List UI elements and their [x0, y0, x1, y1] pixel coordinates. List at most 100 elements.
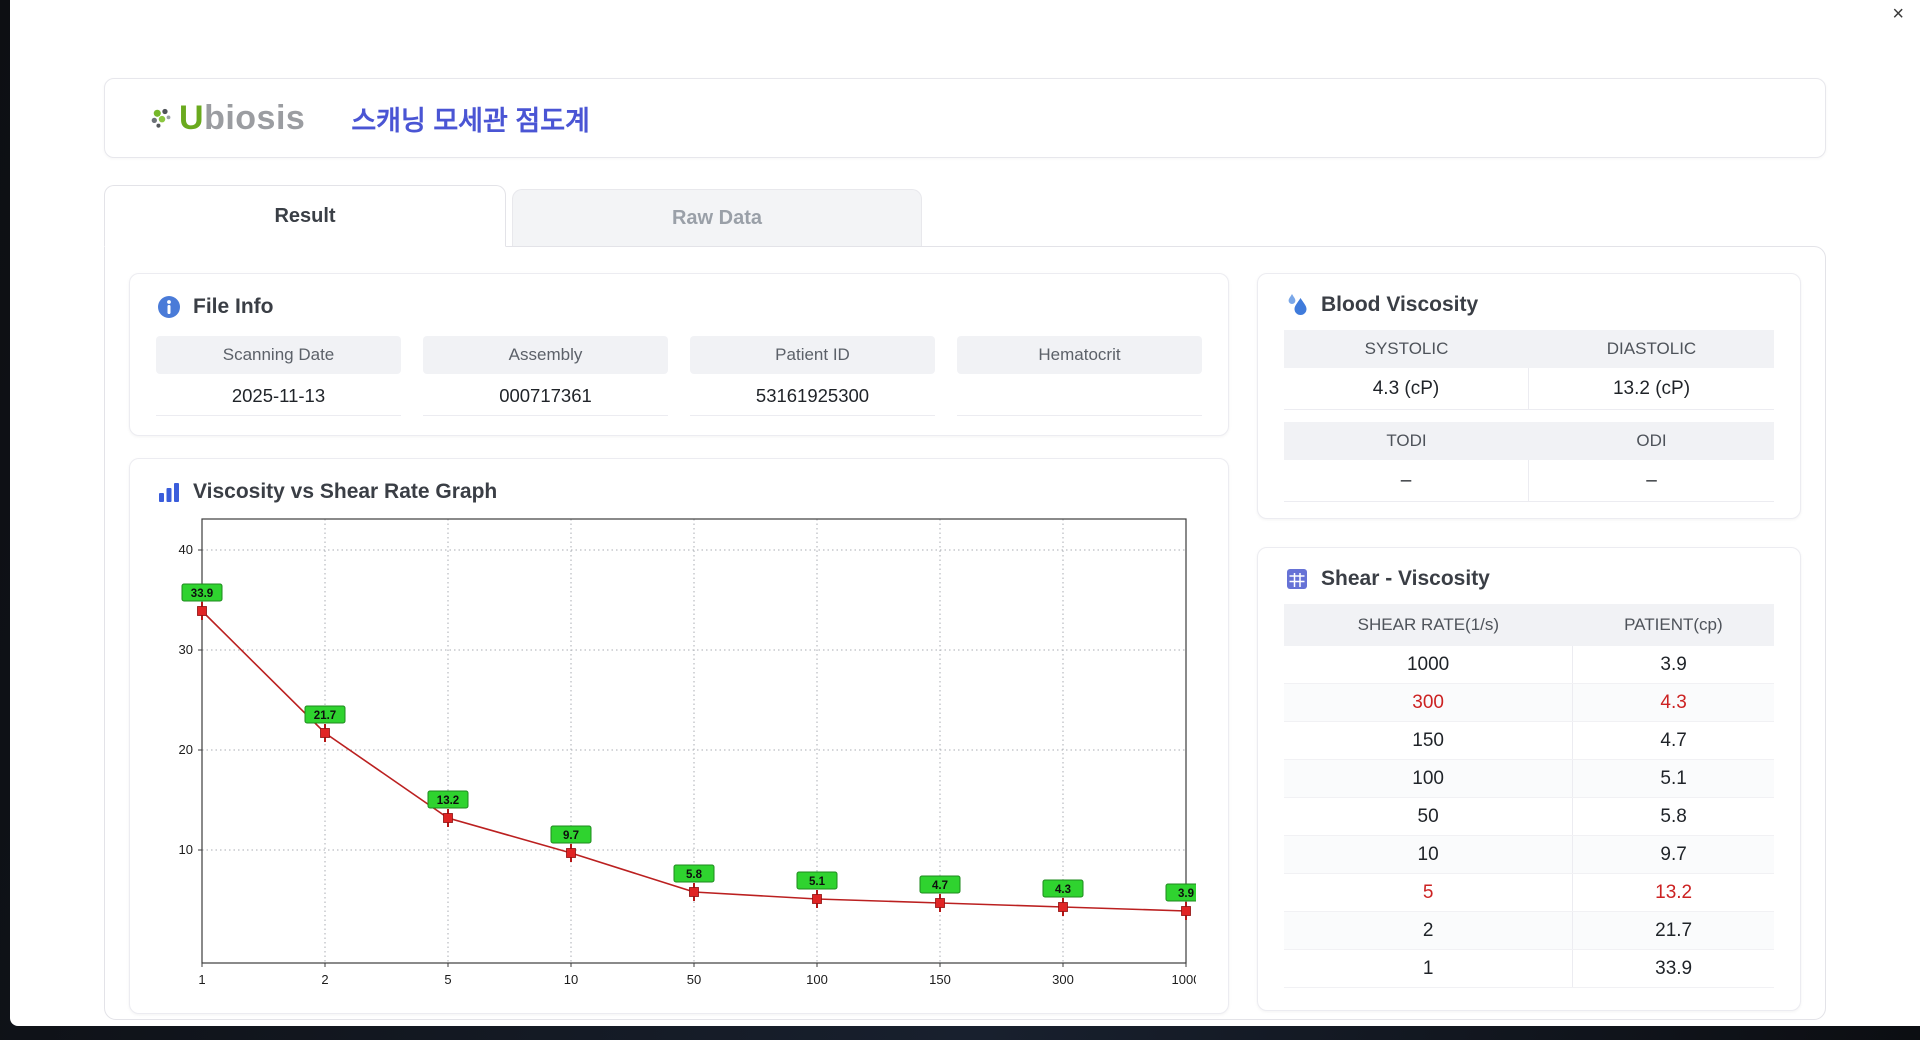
header-card: Ubiosis 스캐닝 모세관 점도계	[104, 78, 1826, 158]
tab-bar: Result Raw Data	[104, 184, 1826, 247]
logo-letter-u: U	[179, 98, 205, 137]
blood-viscosity-title: Blood Viscosity	[1321, 293, 1479, 316]
svg-text:30: 30	[179, 642, 193, 657]
field-assembly: Assembly 000717361	[423, 336, 668, 416]
systolic-value: 4.3 (cP)	[1284, 368, 1529, 410]
svg-text:9.7: 9.7	[563, 830, 579, 842]
close-icon[interactable]: ×	[1892, 2, 1904, 26]
field-hematocrit: Hematocrit	[957, 336, 1202, 416]
patient-value-cell: 5.1	[1572, 759, 1774, 798]
patient-value-cell: 9.7	[1572, 835, 1774, 874]
shear-rate-cell: 150	[1284, 721, 1574, 760]
shear-rate-column-header: SHEAR RATE(1/s)	[1284, 604, 1573, 646]
viscosity-graph-card: Viscosity vs Shear Rate Graph 10 20 30 40 1 2…	[129, 458, 1229, 1014]
shear-rate-cell: 2	[1284, 911, 1574, 950]
shear-viscosity-title: Shear - Viscosity	[1321, 567, 1490, 590]
field-label: Assembly	[423, 336, 668, 374]
field-value: 000717361	[423, 374, 668, 416]
chart-area: 10 20 30 40 1 2 5 10 50 100 150 300 1000 33.9 21.7 13.2…	[156, 511, 1207, 1014]
svg-text:40: 40	[179, 542, 193, 557]
shear-rate-cell: 1	[1284, 949, 1574, 988]
graph-title: Viscosity vs Shear Rate Graph	[193, 480, 498, 503]
svg-text:21.7: 21.7	[314, 710, 336, 722]
svg-text:3.9: 3.9	[1178, 888, 1194, 900]
left-column: File Info Scanning Date 2025-11-13 Assem…	[129, 273, 1229, 1014]
todi-value: –	[1284, 460, 1529, 502]
right-column: Blood Viscosity SYSTOLIC DIASTOLIC 4.3 (…	[1257, 273, 1801, 1011]
table-row: 10 9.7	[1284, 835, 1774, 874]
svg-text:10: 10	[179, 842, 193, 857]
shear-rate-cell: 300	[1284, 683, 1574, 722]
droplet-icon	[1288, 294, 1307, 315]
field-patient-id: Patient ID 53161925300	[690, 336, 935, 416]
field-value: 53161925300	[690, 374, 935, 416]
table-row: 1000 3.9	[1284, 646, 1774, 684]
logo-text: Ubiosis	[179, 99, 305, 138]
field-value: 2025-11-13	[156, 374, 401, 416]
info-icon	[158, 296, 180, 318]
tab-raw-data[interactable]: Raw Data	[512, 189, 922, 246]
logo-letters-rest: biosis	[204, 98, 306, 137]
svg-text:100: 100	[806, 972, 828, 987]
diastolic-value: 13.2 (cP)	[1529, 368, 1774, 410]
shear-rate-cell: 50	[1284, 797, 1574, 836]
page-title: 스캐닝 모세관 점도계	[351, 105, 590, 136]
svg-text:4.3: 4.3	[1055, 884, 1071, 896]
patient-value-cell: 3.9	[1572, 646, 1774, 684]
table-row: 300 4.3	[1284, 683, 1774, 722]
field-label: Scanning Date	[156, 336, 401, 374]
shear-rate-cell: 100	[1284, 759, 1574, 798]
table-row: 5 13.2	[1284, 873, 1774, 912]
table-row: 100 5.1	[1284, 759, 1774, 798]
svg-text:2: 2	[321, 972, 328, 987]
shear-table-header: SHEAR RATE(1/s) PATIENT(cp)	[1284, 604, 1774, 646]
diastolic-label: DIASTOLIC	[1529, 330, 1774, 368]
systolic-label: SYSTOLIC	[1284, 330, 1529, 368]
shear-table: SHEAR RATE(1/s) PATIENT(cp) 1000 3.9 300 4.…	[1284, 604, 1774, 988]
patient-value-cell: 4.7	[1572, 721, 1774, 760]
result-panel: File Info Scanning Date 2025-11-13 Assem…	[104, 246, 1826, 1020]
field-label: Patient ID	[690, 336, 935, 374]
blood-viscosity-grid: SYSTOLIC DIASTOLIC 4.3 (cP) 13.2 (cP) TO…	[1284, 330, 1774, 502]
todi-label: TODI	[1284, 422, 1529, 460]
shear-table-body: 1000 3.9 300 4.3 150 4.7 100 5.1 50 5.8 10 9.7 5 13.2…	[1284, 646, 1774, 988]
field-label: Hematocrit	[957, 336, 1202, 374]
svg-text:20: 20	[179, 742, 193, 757]
patient-value-cell: 4.3	[1572, 683, 1774, 722]
patient-value-cell: 33.9	[1572, 949, 1774, 988]
field-value	[957, 374, 1202, 416]
tab-result[interactable]: Result	[104, 185, 506, 247]
bar-chart-icon	[159, 483, 179, 502]
svg-text:5: 5	[444, 972, 451, 987]
svg-text:150: 150	[929, 972, 951, 987]
viscosity-chart: 10 20 30 40 1 2 5 10 50 100 150 300 1000 33.9 21.7 13.2…	[179, 518, 1207, 987]
patient-value-cell: 13.2	[1572, 873, 1774, 912]
odi-value: –	[1529, 460, 1774, 502]
svg-text:10: 10	[564, 972, 578, 987]
patient-value-cell: 5.8	[1572, 797, 1774, 836]
svg-text:4.7: 4.7	[932, 880, 948, 892]
svg-text:13.2: 13.2	[437, 795, 459, 807]
table-icon	[1287, 569, 1307, 589]
svg-text:33.9: 33.9	[191, 588, 213, 600]
shear-rate-cell: 10	[1284, 835, 1574, 874]
odi-label: ODI	[1529, 422, 1774, 460]
svg-text:1000: 1000	[1172, 972, 1196, 987]
svg-text:300: 300	[1052, 972, 1074, 987]
shear-viscosity-card: Shear - Viscosity SHEAR RATE(1/s) PATIEN…	[1257, 547, 1801, 1011]
field-scanning-date: Scanning Date 2025-11-13	[156, 336, 401, 416]
app-window: × Ubiosis 스캐닝 모세관 점도계 Result Raw Data Fi…	[10, 0, 1920, 1026]
file-info-card: File Info Scanning Date 2025-11-13 Assem…	[129, 273, 1229, 436]
patient-value-cell: 21.7	[1572, 911, 1774, 950]
shear-rate-cell: 1000	[1284, 646, 1574, 684]
svg-text:1: 1	[198, 972, 205, 987]
main-content: Ubiosis 스캐닝 모세관 점도계 Result Raw Data File…	[10, 78, 1920, 1020]
file-info-fields: Scanning Date 2025-11-13 Assembly 000717…	[156, 336, 1202, 416]
table-row: 150 4.7	[1284, 721, 1774, 760]
patient-column-header: PATIENT(cp)	[1572, 604, 1774, 646]
svg-text:5.8: 5.8	[686, 869, 703, 881]
table-row: 1 33.9	[1284, 949, 1774, 988]
svg-text:5.1: 5.1	[809, 876, 826, 888]
file-info-title: File Info	[193, 295, 274, 318]
